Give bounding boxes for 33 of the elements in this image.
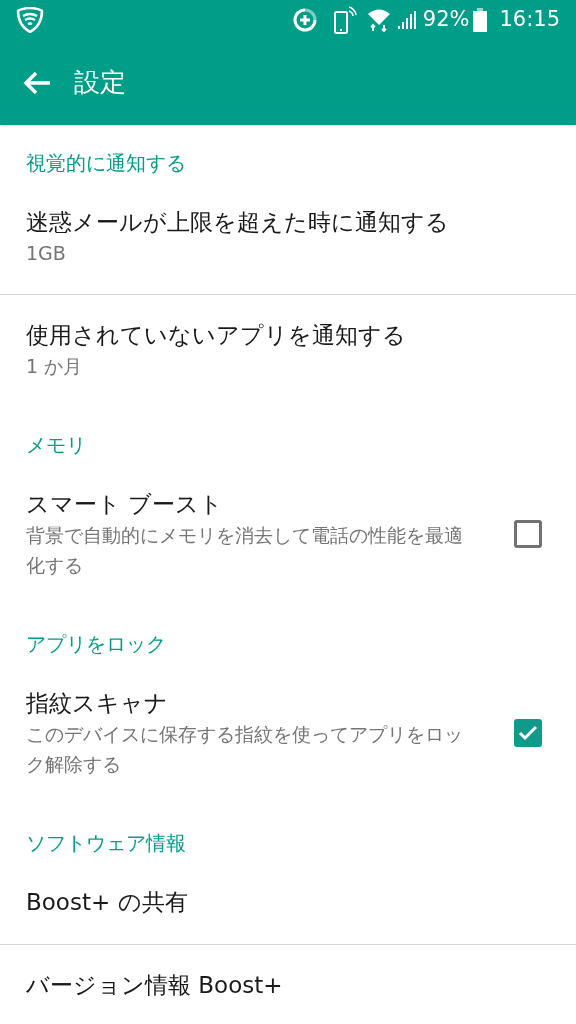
setting-title: 使用されていないアプリを通知する <box>26 321 407 350</box>
section-header: 視覚的に通知する <box>26 151 187 175</box>
settings-row[interactable]: スマート ブースト 背景で自動的にメモリを消去して電話の性能を最適化する <box>0 464 576 606</box>
setting-summary: 1GB <box>26 241 67 266</box>
battery-percent: 92% <box>422 6 470 34</box>
back-arrow-icon <box>23 69 51 96</box>
setting-title: バージョン情報 Boost+ <box>26 971 284 1000</box>
settings-row[interactable]: バージョン情報 Boost+ <box>0 945 576 1024</box>
cell-signal-icon <box>396 10 417 30</box>
setting-title: 迷惑メールが上限を超えた時に通知する <box>26 208 450 237</box>
setting-title: 指紋スキャナ <box>26 689 169 718</box>
wifi-icon <box>366 7 391 33</box>
setting-summary: 1 か月 <box>26 354 84 379</box>
settings-row[interactable]: 指紋スキャナ このデバイスに保存する指紋を使ってアプリをロック解除する <box>0 663 576 805</box>
check-icon <box>518 725 538 741</box>
checkbox[interactable] <box>514 520 542 548</box>
phone-signal-icon <box>332 5 357 35</box>
setting-title: Boost+ の共有 <box>26 888 189 917</box>
section-header: ソフトウェア情報 <box>26 831 187 855</box>
shield-icon <box>16 7 44 33</box>
settings-row[interactable]: 迷惑メールが上限を超えた時に通知する 1GB <box>0 182 576 295</box>
setting-title: スマート ブースト <box>26 490 225 519</box>
section-header: メモリ <box>26 433 87 457</box>
screen-title: 設定 <box>74 66 126 99</box>
settings-row[interactable]: Boost+ の共有 <box>0 862 576 945</box>
setting-summary: このデバイスに保存する指紋を使ってアプリをロック解除する <box>26 722 464 777</box>
setting-summary: 背景で自動的にメモリを消去して電話の性能を最適化する <box>26 523 464 578</box>
clock: 16:15 <box>499 6 560 34</box>
boost-icon <box>292 8 317 32</box>
battery-icon <box>473 8 488 32</box>
checkbox[interactable] <box>514 719 542 747</box>
section-header: アプリをロック <box>26 632 167 656</box>
settings-row[interactable]: 使用されていないアプリを通知する 1 か月 <box>0 295 576 407</box>
